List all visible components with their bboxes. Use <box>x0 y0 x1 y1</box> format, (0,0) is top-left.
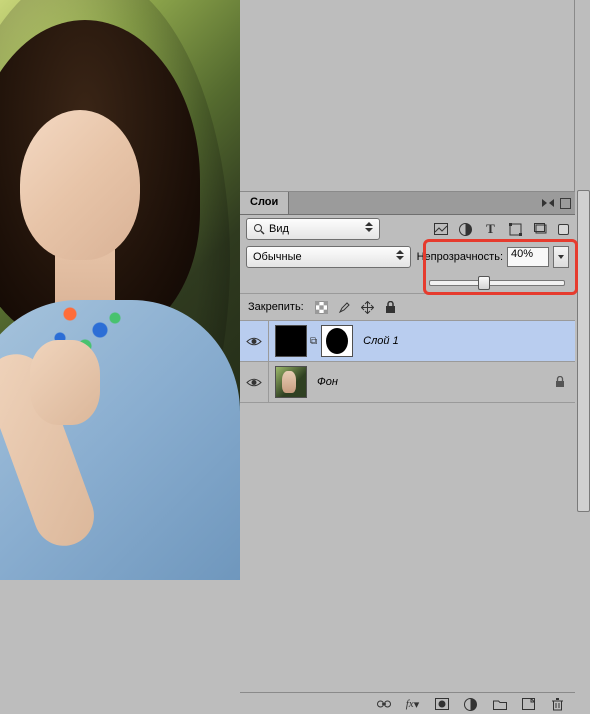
new-layer-icon[interactable] <box>521 697 536 712</box>
lock-all-icon[interactable] <box>383 300 398 315</box>
chevron-down-icon <box>558 255 564 259</box>
lock-icon <box>555 376 565 388</box>
tab-layers[interactable]: Слои <box>240 192 289 214</box>
opacity-flyout-button[interactable] <box>553 246 569 268</box>
layer-name[interactable]: Слой 1 <box>363 335 399 347</box>
lock-brush-icon[interactable] <box>337 300 352 315</box>
filter-smart-icon[interactable] <box>533 222 548 237</box>
filter-toggle[interactable] <box>558 224 569 235</box>
subject <box>0 40 240 540</box>
panel-footer: fx▾ <box>240 692 575 714</box>
lock-move-icon[interactable] <box>360 300 375 315</box>
visibility-toggle[interactable] <box>240 321 269 361</box>
lock-transparency-icon[interactable] <box>314 300 329 315</box>
mask-link-icon[interactable]: ⧉ <box>310 336 317 347</box>
panel-tabbar: Слои <box>240 192 575 215</box>
add-mask-icon[interactable] <box>434 697 449 712</box>
blend-mode-value: Обычные <box>253 251 302 263</box>
visibility-toggle[interactable] <box>240 362 269 402</box>
filter-type-icon[interactable]: T <box>483 222 498 237</box>
scrollbar-thumb[interactable] <box>577 190 590 512</box>
blend-mode-dropdown[interactable]: Обычные <box>246 246 411 268</box>
link-layers-icon[interactable] <box>376 697 391 712</box>
filter-label: Вид <box>269 223 289 235</box>
lock-row: Закрепить: <box>240 293 575 321</box>
hand-shape <box>30 340 100 425</box>
trash-icon[interactable] <box>550 697 565 712</box>
app-root: Слои Вид T <box>0 0 590 714</box>
fx-icon[interactable]: fx▾ <box>405 697 420 712</box>
opacity-slider[interactable] <box>429 275 565 289</box>
face-shape <box>20 110 140 260</box>
layer-name[interactable]: Фон <box>317 376 338 388</box>
eye-icon <box>246 377 262 388</box>
document-image[interactable] <box>0 0 240 541</box>
search-icon <box>253 223 265 235</box>
filter-type-dropdown[interactable]: Вид <box>246 218 380 240</box>
layers-panel: Слои Вид T <box>240 191 575 714</box>
filter-shape-icon[interactable] <box>508 222 523 237</box>
layer-mask-thumbnail[interactable] <box>321 325 353 357</box>
layer-row[interactable]: Фон <box>240 362 575 403</box>
opacity-label: Непрозрачность: <box>417 251 503 263</box>
opacity-slider-row <box>240 271 575 293</box>
lock-label: Закрепить: <box>248 301 304 313</box>
filter-image-icon[interactable] <box>433 222 448 237</box>
group-icon[interactable] <box>492 697 507 712</box>
layer-thumbnail[interactable] <box>275 325 307 357</box>
layer-thumbnail[interactable] <box>275 366 307 398</box>
triangle-left-icon <box>549 199 554 207</box>
adjustment-layer-icon[interactable] <box>463 697 478 712</box>
filter-row: Вид T <box>240 215 575 243</box>
layer-row[interactable]: ⧉ Слой 1 <box>240 321 575 362</box>
blend-opacity-row: Обычные Непрозрачность: 40% <box>240 243 575 271</box>
filter-adjust-icon[interactable] <box>458 222 473 237</box>
opacity-input[interactable]: 40% <box>507 247 549 267</box>
panel-collapse[interactable] <box>542 192 575 214</box>
layers-list: ⧉ Слой 1 Фон <box>240 321 575 403</box>
slider-thumb[interactable] <box>478 276 490 290</box>
canvas-area <box>0 0 240 714</box>
slider-track <box>429 280 565 286</box>
panel-menu-icon[interactable] <box>560 198 571 209</box>
vertical-scrollbar[interactable] <box>574 0 590 714</box>
triangle-right-icon <box>542 199 547 207</box>
eye-icon <box>246 336 262 347</box>
